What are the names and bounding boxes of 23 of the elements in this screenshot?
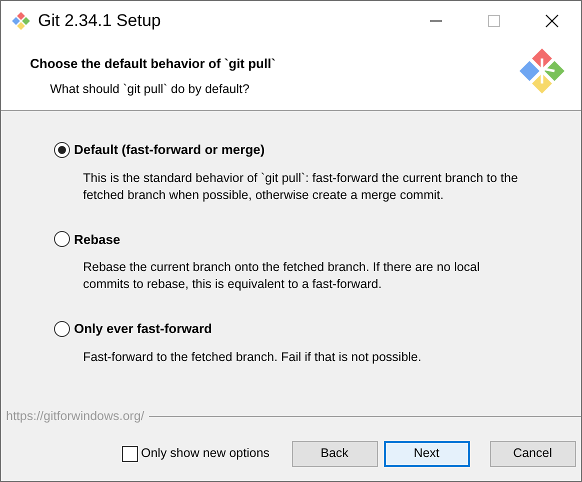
minimize-icon: [430, 20, 442, 22]
maximize-icon: [487, 14, 501, 28]
website-url: https://gitforwindows.org/: [6, 408, 144, 425]
option-label[interactable]: Default (fast-forward or merge): [74, 140, 265, 160]
checkbox[interactable]: [122, 446, 138, 462]
git-logo-icon: [11, 11, 31, 31]
radio-button[interactable]: [54, 142, 70, 158]
option-label[interactable]: Only ever fast-forward: [74, 319, 212, 338]
back-button[interactable]: Back: [292, 440, 378, 467]
option-description: Fast-forward to the fetched branch. Fail if that is not possible.: [83, 348, 422, 366]
radio-button[interactable]: [54, 231, 70, 248]
next-button[interactable]: Next: [384, 440, 470, 467]
close-icon: [545, 14, 559, 28]
window-title: Git 2.34.1 Setup: [38, 10, 161, 32]
option-label[interactable]: Rebase: [74, 230, 120, 249]
option-description: Rebase the current branch onto the fetched branch. If there are no local commits to rebase, this is equivalent to a fast-forward.: [83, 259, 481, 293]
radio-button[interactable]: [54, 320, 70, 337]
checkbox-label[interactable]: Only show new options: [141, 444, 270, 464]
page-subtitle: What should `git pull` do by default?: [50, 80, 250, 98]
option-description: This is the standard behavior of `git pull`: fast-forward the current branch to the fetched branch when possible, otherwise create a merge commit.: [83, 170, 519, 204]
page-heading: Choose the default behavior of `git pull`: [30, 55, 276, 73]
cancel-button[interactable]: Cancel: [490, 440, 576, 467]
git-logo-icon: [517, 46, 567, 96]
